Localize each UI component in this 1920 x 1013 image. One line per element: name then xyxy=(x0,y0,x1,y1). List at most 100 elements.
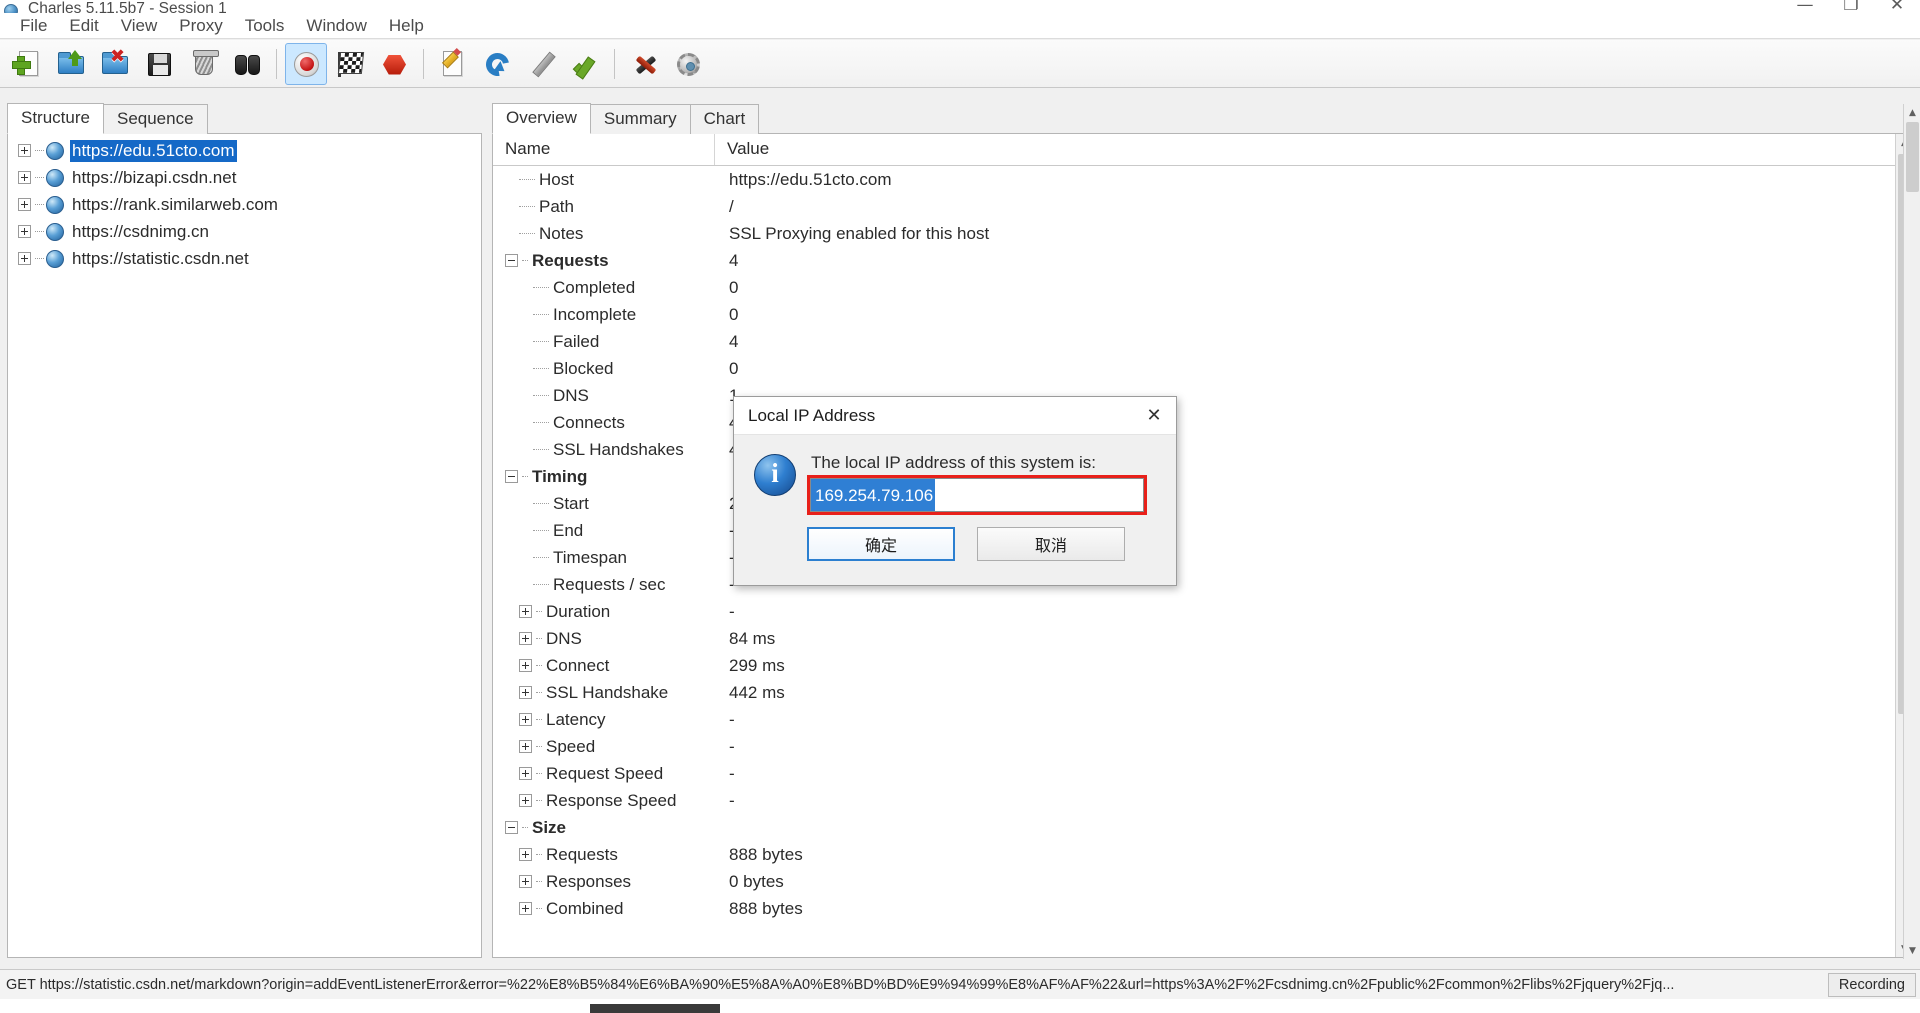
table-row[interactable]: Host https://edu.51cto.com xyxy=(493,166,1912,193)
table-row[interactable]: DNS 1 xyxy=(493,382,1912,409)
expand-icon[interactable] xyxy=(519,902,532,915)
table-row[interactable]: Combined 888 bytes xyxy=(493,895,1912,922)
validate-button[interactable] xyxy=(564,43,606,85)
table-row[interactable]: Connect 299 ms xyxy=(493,652,1912,679)
row-name-cell: Blocked xyxy=(493,359,715,379)
table-row[interactable]: Requests 888 bytes xyxy=(493,841,1912,868)
start-finish-button[interactable] xyxy=(329,43,371,85)
expand-icon[interactable] xyxy=(519,848,532,861)
table-row[interactable]: End - xyxy=(493,517,1912,544)
expand-icon[interactable] xyxy=(18,252,31,265)
table-row[interactable]: Path / xyxy=(493,193,1912,220)
ip-address-input[interactable] xyxy=(810,478,1144,512)
column-header-name[interactable]: Name xyxy=(493,134,715,165)
table-row[interactable]: Duration - xyxy=(493,598,1912,625)
find-button[interactable] xyxy=(226,43,268,85)
table-row[interactable]: Requests 4 xyxy=(493,247,1912,274)
table-row[interactable]: Start20 xyxy=(493,490,1912,517)
expand-icon[interactable] xyxy=(519,875,532,888)
expand-icon[interactable] xyxy=(519,659,532,672)
collapse-icon[interactable] xyxy=(505,470,518,483)
menu-item-edit[interactable]: Edit xyxy=(58,14,109,38)
overview-detail-table: Name Value Host https://edu.51cto.com Path… xyxy=(492,134,1913,958)
tree-item-host-3[interactable]: https://csdnimg.cn xyxy=(8,218,481,245)
tab-sequence[interactable]: Sequence xyxy=(102,104,208,134)
tab-summary[interactable]: Summary xyxy=(589,104,691,134)
window-vertical-scrollbar[interactable]: ▲ ▼ xyxy=(1903,104,1920,959)
table-row[interactable]: SSL Handshake 442 ms xyxy=(493,679,1912,706)
table-row[interactable]: DNS 84 ms xyxy=(493,625,1912,652)
tree-item-host-2[interactable]: https://rank.similarweb.com xyxy=(8,191,481,218)
expand-icon[interactable] xyxy=(18,171,31,184)
row-name-label: Requests xyxy=(532,250,609,270)
expand-icon[interactable] xyxy=(519,605,532,618)
menu-item-tools[interactable]: Tools xyxy=(234,14,296,38)
compose-button[interactable] xyxy=(432,43,474,85)
dialog-close-icon[interactable]: ✕ xyxy=(1132,397,1176,435)
settings-button[interactable] xyxy=(667,43,709,85)
row-connector xyxy=(533,449,549,450)
expand-icon[interactable] xyxy=(519,713,532,726)
confirm-button[interactable]: 确定 xyxy=(807,527,955,561)
window-scroll-down-button[interactable]: ▼ xyxy=(1904,942,1920,959)
table-row[interactable]: Timing xyxy=(493,463,1912,490)
stop-throttle-button[interactable] xyxy=(373,43,415,85)
tab-chart[interactable]: Chart xyxy=(689,104,760,134)
expand-icon[interactable] xyxy=(519,740,532,753)
expand-icon[interactable] xyxy=(519,632,532,645)
record-button[interactable] xyxy=(285,42,327,85)
cancel-button[interactable]: 取消 xyxy=(977,527,1125,561)
tab-structure[interactable]: Structure xyxy=(7,103,104,134)
row-connector xyxy=(536,854,542,855)
row-value-cell: - xyxy=(729,520,735,540)
host-tree[interactable]: https://edu.51cto.com https://bizapi.csd… xyxy=(7,134,482,958)
table-row[interactable]: Response Speed - xyxy=(493,787,1912,814)
save-session-button[interactable] xyxy=(138,43,180,85)
table-row[interactable]: Responses 0 bytes xyxy=(493,868,1912,895)
table-row[interactable]: Incomplete 0 xyxy=(493,301,1912,328)
expand-icon[interactable] xyxy=(18,144,31,157)
row-name-cell: Connect xyxy=(493,656,715,676)
new-session-button[interactable] xyxy=(6,43,48,85)
collapse-icon[interactable] xyxy=(505,821,518,834)
table-row[interactable]: Completed 0 xyxy=(493,274,1912,301)
column-header-value[interactable]: Value xyxy=(715,134,1912,165)
menu-item-view[interactable]: View xyxy=(110,14,169,38)
expand-icon[interactable] xyxy=(519,686,532,699)
window-scrollbar-thumb[interactable] xyxy=(1906,122,1919,192)
expand-icon[interactable] xyxy=(519,794,532,807)
edit-button[interactable] xyxy=(520,43,562,85)
table-row[interactable]: Connects4 xyxy=(493,409,1912,436)
expand-icon[interactable] xyxy=(519,767,532,780)
table-row[interactable]: Speed - xyxy=(493,733,1912,760)
row-name-cell: DNS xyxy=(493,386,715,406)
open-session-button[interactable] xyxy=(50,43,92,85)
tree-item-host-0[interactable]: https://edu.51cto.com xyxy=(8,137,481,164)
collapse-icon[interactable] xyxy=(505,254,518,267)
expand-icon[interactable] xyxy=(18,225,31,238)
table-row[interactable]: Blocked 0 xyxy=(493,355,1912,382)
menu-item-file[interactable]: File xyxy=(9,14,58,38)
clear-session-button[interactable] xyxy=(182,43,224,85)
table-row[interactable]: Latency - xyxy=(493,706,1912,733)
table-row[interactable]: Notes SSL Proxying enabled for this host xyxy=(493,220,1912,247)
table-row[interactable]: SSL Handshakes4 xyxy=(493,436,1912,463)
table-row[interactable]: Request Speed - xyxy=(493,760,1912,787)
row-connector xyxy=(536,881,542,882)
menu-item-window[interactable]: Window xyxy=(295,14,377,38)
window-scroll-up-button[interactable]: ▲ xyxy=(1904,104,1920,121)
table-row[interactable]: Failed 4 xyxy=(493,328,1912,355)
expand-icon[interactable] xyxy=(18,198,31,211)
tab-overview[interactable]: Overview xyxy=(492,103,591,134)
table-header: Name Value xyxy=(493,134,1912,166)
tree-item-host-1[interactable]: https://bizapi.csdn.net xyxy=(8,164,481,191)
close-session-button[interactable]: ✖ xyxy=(94,43,136,85)
tree-item-host-4[interactable]: https://statistic.csdn.net xyxy=(8,245,481,272)
tools-button[interactable] xyxy=(623,43,665,85)
table-row[interactable]: Size xyxy=(493,814,1912,841)
menu-item-proxy[interactable]: Proxy xyxy=(168,14,233,38)
repeat-button[interactable] xyxy=(476,43,518,85)
table-row[interactable]: Timespan - xyxy=(493,544,1912,571)
menu-item-help[interactable]: Help xyxy=(378,14,435,38)
table-row[interactable]: Requests / sec - xyxy=(493,571,1912,598)
